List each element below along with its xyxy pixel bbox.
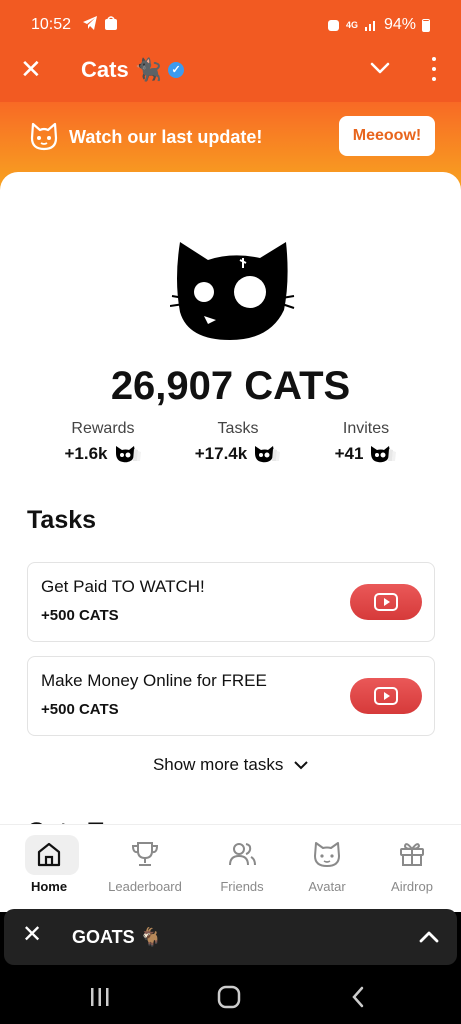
app-title: Cats xyxy=(81,57,129,82)
status-left-icons xyxy=(82,15,118,31)
nav-home[interactable]: Home xyxy=(3,825,95,903)
cat-coin-icon xyxy=(255,446,281,463)
task-card[interactable]: Make Money Online for FREE +500 CATS xyxy=(27,656,435,736)
nav-label: Friends xyxy=(220,879,264,894)
tasks-heading: Tasks xyxy=(27,506,97,534)
stat-value: +17.4k xyxy=(194,444,248,463)
task-reward: +500 CATS xyxy=(41,701,119,718)
status-time: 10:52 xyxy=(31,16,72,33)
task-title: Make Money Online for FREE xyxy=(41,671,267,690)
battery-level: 94% xyxy=(383,16,416,33)
more-menu-icon[interactable] xyxy=(428,57,440,81)
stat-invites: Invites +41 xyxy=(296,420,436,464)
stat-value: +1.6k xyxy=(64,444,108,463)
battery-icon xyxy=(422,18,430,32)
youtube-button[interactable] xyxy=(350,678,422,714)
gift-icon xyxy=(400,843,424,866)
app-header: ✕ Cats 🐈‍⬛ ✓ xyxy=(0,50,461,102)
nav-avatar[interactable]: Avatar xyxy=(281,825,373,903)
system-navigation-bar xyxy=(0,970,461,1024)
show-more-tasks-button[interactable]: Show more tasks xyxy=(0,755,461,775)
chevron-up-icon[interactable] xyxy=(418,927,440,947)
shop-icon xyxy=(105,16,117,30)
alarm-icon xyxy=(327,20,339,31)
chevron-down-icon[interactable] xyxy=(368,56,392,80)
nav-label: Airdrop xyxy=(391,879,433,894)
bottom-navigation: Home Leaderboard Friends Avatar Airdrop xyxy=(0,824,461,902)
cat-coin-icon xyxy=(115,446,141,463)
nav-label: Leaderboard xyxy=(108,879,182,894)
status-bar: 10:52 4G 94% xyxy=(0,0,461,50)
task-title: Get Paid TO WATCH! xyxy=(41,577,205,596)
nav-label: Home xyxy=(30,879,68,894)
stat-tasks: Tasks +17.4k xyxy=(168,420,308,464)
stat-label: Tasks xyxy=(217,420,259,437)
cat-coin-icon xyxy=(371,446,397,463)
cat-face-icon xyxy=(314,842,340,867)
home-button-icon[interactable] xyxy=(217,985,241,1009)
black-cat-emoji: 🐈‍⬛ xyxy=(134,57,163,82)
task-reward: +500 CATS xyxy=(41,607,119,624)
task-card[interactable]: Get Paid TO WATCH! +500 CATS xyxy=(27,562,435,642)
show-more-label: Show more tasks xyxy=(152,755,284,774)
youtube-icon xyxy=(374,593,398,611)
nav-friends[interactable]: Friends xyxy=(196,825,288,903)
stat-rewards: Rewards +1.6k xyxy=(33,420,173,464)
stat-label: Rewards xyxy=(71,420,135,437)
chevron-down-icon xyxy=(294,761,308,770)
friends-icon xyxy=(229,843,256,866)
signal-icon xyxy=(364,21,375,31)
cats-balance: 26,907 CATS xyxy=(110,364,351,408)
recent-apps-icon[interactable] xyxy=(88,986,112,1008)
minimized-app-title: GOATS 🐐 xyxy=(72,927,163,947)
home-icon xyxy=(37,842,61,867)
youtube-button[interactable] xyxy=(350,584,422,620)
cat-face-icon xyxy=(30,122,58,151)
nav-label: Avatar xyxy=(308,879,346,894)
close-icon[interactable]: ✕ xyxy=(22,923,42,947)
nav-leaderboard[interactable]: Leaderboard xyxy=(99,825,191,903)
telegram-icon xyxy=(83,16,97,30)
header-title: Cats 🐈‍⬛ ✓ xyxy=(81,57,185,83)
trophy-icon xyxy=(131,842,159,866)
cats-logo-icon xyxy=(170,242,295,340)
banner-text: Watch our last update! xyxy=(69,127,263,147)
stat-label: Invites xyxy=(342,420,390,437)
main-content: 26,907 CATS Rewards +1.6k Tasks +17.4k I… xyxy=(0,172,461,912)
back-icon[interactable] xyxy=(350,986,366,1008)
youtube-icon xyxy=(374,687,398,705)
meeoow-button[interactable]: Meeoow! xyxy=(339,116,435,156)
stat-value: +41 xyxy=(334,444,364,463)
network-4g-icon: 4G xyxy=(345,20,358,30)
close-icon[interactable]: ✕ xyxy=(20,56,42,82)
minimized-app-bar[interactable]: ✕ GOATS 🐐 xyxy=(4,909,457,965)
status-right-icons: 4G 94% xyxy=(327,16,430,34)
nav-airdrop[interactable]: Airdrop xyxy=(366,825,458,903)
verified-badge-icon: ✓ xyxy=(168,62,185,78)
